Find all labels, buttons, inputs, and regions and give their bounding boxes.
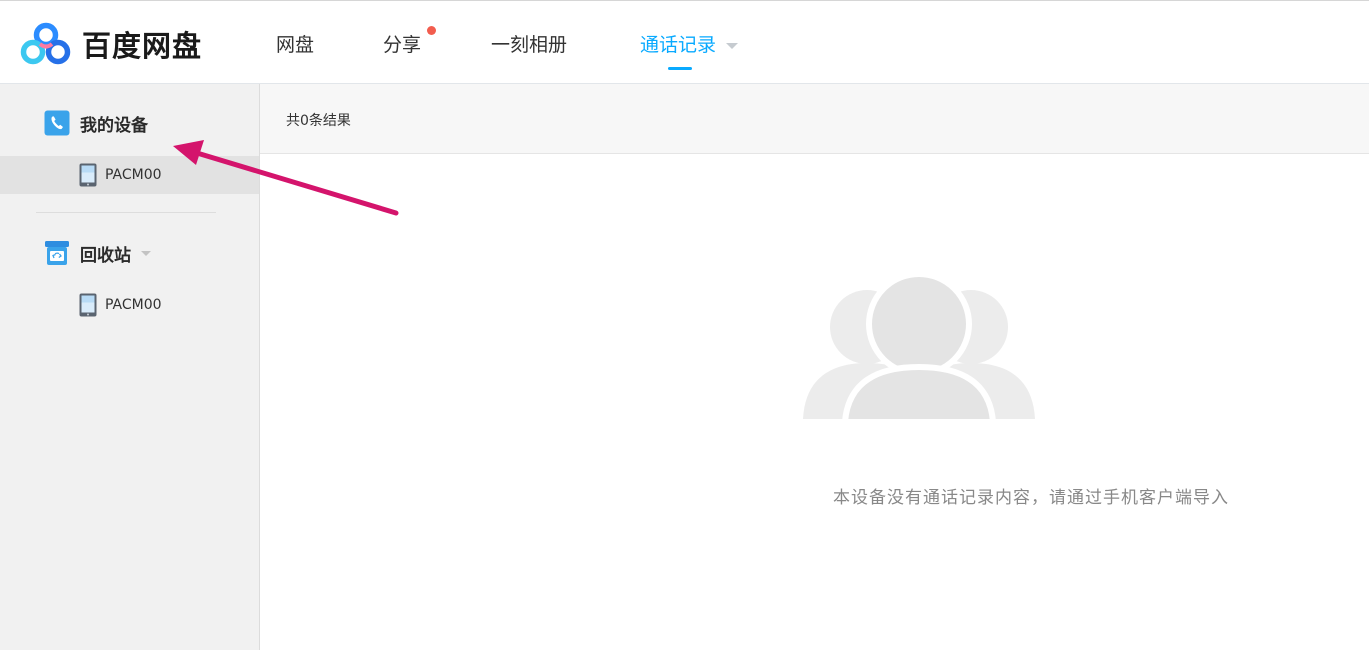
share-notification-dot — [427, 26, 436, 35]
tab-netdisk[interactable]: 网盘 — [276, 30, 314, 57]
tab-moment-album[interactable]: 一刻相册 — [491, 30, 567, 57]
chevron-down-icon[interactable] — [141, 250, 151, 256]
phone-icon — [44, 110, 70, 136]
result-count: 共0条结果 — [286, 113, 351, 129]
sidebar: 我的设备 PACM00 回收站 PACM00 — [0, 84, 260, 650]
tab-share-label: 分享 — [383, 34, 422, 56]
sidebar-group-recycle-bin[interactable]: 回收站 — [44, 240, 151, 266]
mobile-device-icon — [79, 163, 97, 187]
chevron-down-icon[interactable] — [726, 42, 739, 49]
sidebar-divider — [36, 212, 216, 213]
logo[interactable]: 百度网盘 — [20, 22, 203, 65]
mobile-device-icon — [79, 293, 97, 317]
device-name: PACM00 — [105, 297, 162, 313]
sidebar-group-my-devices[interactable]: 我的设备 — [44, 110, 148, 136]
my-devices-label: 我的设备 — [80, 115, 148, 136]
top-header: 百度网盘 网盘 分享 一刻相册 通话记录 — [0, 0, 1369, 84]
contacts-people-icon — [803, 277, 1035, 422]
empty-message: 本设备没有通话记录内容，请通过手机客户端导入 — [833, 488, 1229, 508]
active-tab-indicator — [668, 67, 692, 70]
baidu-netdisk-logo-icon — [20, 22, 71, 65]
recycle-bin-icon — [45, 241, 69, 265]
baidu-netdisk-window: 百度网盘 网盘 分享 一刻相册 通话记录 我的设备 PACM00 回收站 PAC… — [0, 0, 1369, 650]
results-bar: 共0条结果 — [260, 84, 1369, 154]
sidebar-item-device[interactable]: PACM00 — [0, 156, 259, 194]
tab-call-records-label: 通话记录 — [640, 34, 717, 56]
logo-text: 百度网盘 — [82, 29, 203, 63]
tab-call-records[interactable]: 通话记录 — [640, 30, 739, 57]
content-area: 本设备没有通话记录内容，请通过手机客户端导入 — [260, 154, 1369, 650]
device-name: PACM00 — [105, 167, 162, 183]
sidebar-item-recycle-device[interactable]: PACM00 — [0, 286, 259, 324]
recycle-bin-label: 回收站 — [80, 245, 131, 266]
tab-share[interactable]: 分享 — [383, 30, 421, 57]
